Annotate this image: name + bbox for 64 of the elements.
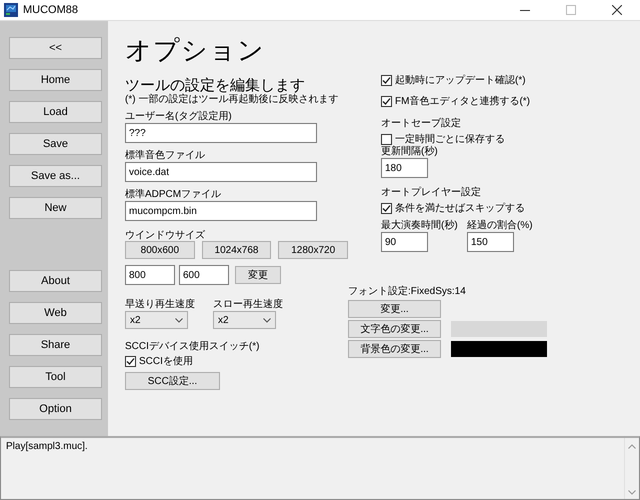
check-icon [126, 357, 135, 366]
field-label: スロー再生速度 [213, 299, 283, 311]
sidebar-button[interactable]: Home [9, 69, 102, 91]
check-icon [382, 204, 391, 213]
font-button[interactable]: 変更... [348, 300, 441, 318]
field-label: ユーザー名(タグ設定用) [125, 111, 233, 123]
size-field[interactable]: 800 [125, 265, 175, 285]
interval-field[interactable]: 180 [381, 158, 428, 178]
sidebar-button[interactable]: Tool [9, 366, 102, 388]
chevron-icon [175, 318, 183, 322]
scrollbar[interactable] [624, 438, 639, 499]
sidebar-button[interactable]: Load [9, 101, 102, 123]
size-preset-button[interactable]: 1024x768 [202, 241, 272, 259]
field-label: 最大演奏時間(秒) [381, 220, 459, 232]
section-label: オートセーブ設定 [381, 118, 462, 130]
size-field[interactable]: 600 [179, 265, 229, 285]
app-icon [4, 3, 18, 17]
text-field[interactable]: ??? [125, 123, 317, 143]
close-icon [612, 5, 622, 15]
sidebar-button[interactable]: Web [9, 302, 102, 324]
section-label: オートプレイヤー設定 [381, 187, 482, 199]
check-icon [382, 97, 391, 106]
field-label: 標準ADPCMファイル [125, 189, 222, 201]
scroll-down-icon [628, 490, 636, 495]
sidebar-button[interactable]: Option [9, 398, 102, 420]
checkbox[interactable]: 条件を満たせばスキップする [381, 202, 547, 215]
speed-dropdown[interactable]: x2 [125, 311, 188, 329]
apply-size-button[interactable]: 変更 [235, 266, 281, 284]
field-label: 標準音色ファイル [125, 150, 206, 162]
checkbox[interactable]: 起動時にアップデート確認(*) [381, 74, 547, 87]
checkbox[interactable]: SCCIを使用 [125, 355, 348, 368]
font-button[interactable]: 文字色の変更... [348, 320, 441, 338]
font-setting-label: フォント設定:FixedSys:14 [348, 286, 467, 298]
page-title: オプション [125, 35, 266, 65]
text-field[interactable]: mucompcm.bin [125, 201, 317, 221]
maximize-icon [566, 5, 576, 15]
field-label: ウインドウサイズ [125, 230, 206, 242]
page-subtitle: ツールの設定を編集します [125, 78, 306, 94]
speed-dropdown[interactable]: x2 [213, 311, 276, 329]
sidebar-button[interactable]: Save as... [9, 165, 102, 187]
window-title: MUCOM88 [23, 4, 78, 16]
sidebar-button[interactable]: About [9, 270, 102, 292]
scroll-up-icon [628, 444, 636, 449]
restart-note: (*) 一部の設定はツール再起動後に反映されます [125, 94, 340, 106]
sidebar-button[interactable]: << [9, 37, 102, 59]
size-preset-button[interactable]: 1280x720 [278, 241, 348, 259]
text-field[interactable]: voice.dat [125, 162, 317, 182]
size-preset-button[interactable]: 800x600 [125, 241, 195, 259]
field-label: 早送り再生速度 [125, 299, 195, 311]
log-line: Play[sampl3.muc]. [6, 441, 89, 452]
scc-settings-button[interactable]: SCC設定... [125, 372, 220, 390]
sidebar-button[interactable]: Save [9, 133, 102, 155]
text-field[interactable]: 150 [467, 232, 514, 252]
field-label: 更新間隔(秒) [381, 146, 439, 158]
checkbox[interactable]: FM音色エディタと連携する(*) [381, 95, 547, 108]
text-field[interactable]: 90 [381, 232, 428, 252]
sidebar-button[interactable]: New [9, 197, 102, 219]
section-label: SCCIデバイス使用スイッチ(*) [125, 341, 260, 353]
field-label: 経過の割合(%) [467, 220, 534, 232]
check-icon [382, 76, 391, 85]
checkbox[interactable]: 一定時間ごとに保存する [381, 133, 547, 146]
chevron-icon [263, 318, 271, 322]
sidebar-button[interactable]: Share [9, 334, 102, 356]
font-button[interactable]: 背景色の変更... [348, 340, 441, 358]
